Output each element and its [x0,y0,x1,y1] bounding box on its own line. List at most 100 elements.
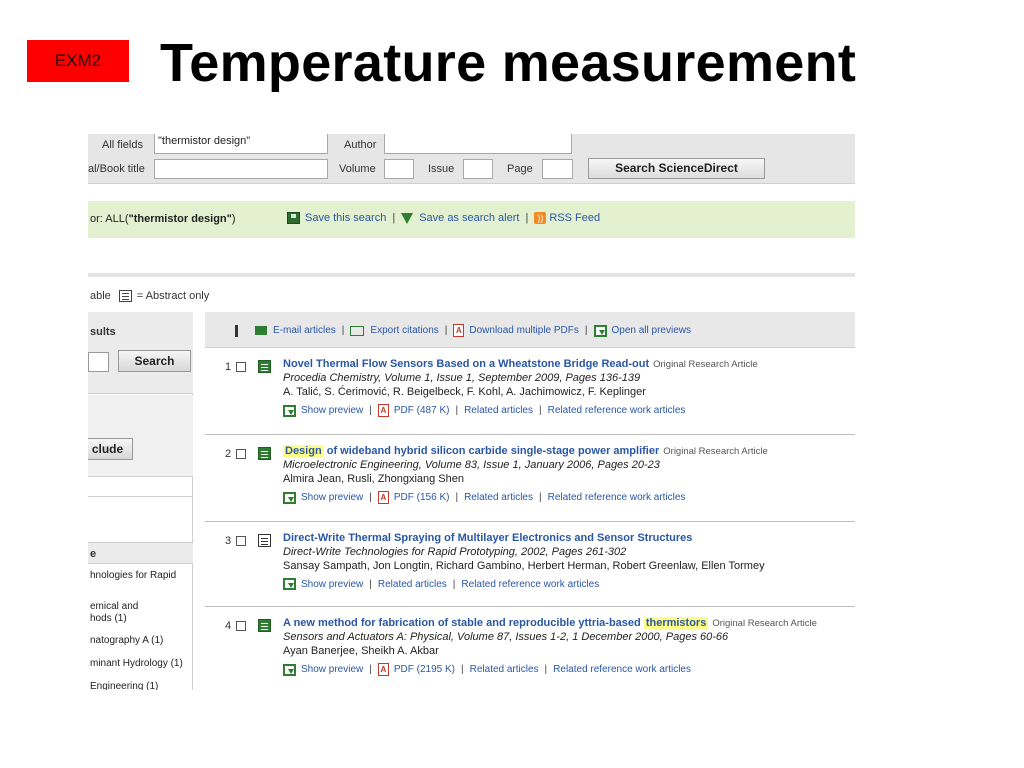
result-source: Procedia Chemistry, Volume 1, Issue 1, S… [283,372,641,384]
page-label: Page [507,163,533,175]
export-citations-link[interactable]: Export citations [370,325,438,336]
article-type: Original Research Article [663,446,768,457]
refine-search-input[interactable] [88,352,109,372]
result-checkbox[interactable] [236,621,246,631]
abstract-only-icon[interactable] [258,534,271,547]
source-heading: e [90,548,97,560]
source-item[interactable]: hods (1) [90,613,127,625]
result-title-text[interactable]: of wideband hybrid silicon carbide singl… [324,445,660,457]
pdf-link[interactable]: PDF (2195 K) [394,664,455,675]
show-preview-link[interactable]: Show preview [301,664,363,675]
show-preview-link[interactable]: Show preview [301,405,363,416]
open-previews-link[interactable]: Open all previews [612,325,691,336]
abstract-icon[interactable] [258,447,271,460]
source-item[interactable]: Engineering (1) [90,681,158,690]
result-title-text[interactable]: A new method for fabrication of stable a… [283,617,644,629]
result-source: Sensors and Actuators A: Physical, Volum… [283,631,729,643]
result-title[interactable]: Direct-Write Thermal Spraying of Multila… [283,532,692,544]
slide-badge: EXM2 [27,40,129,82]
result-number: 1 [225,361,232,373]
divider [88,273,855,277]
result-authors: Sansay Sampath, Jon Longtin, Richard Gam… [283,560,765,572]
separator: | [538,492,542,503]
separator: | [369,664,372,675]
show-preview-link[interactable]: Show preview [301,492,363,503]
show-preview-link[interactable]: Show preview [301,579,363,590]
pdf-link[interactable]: PDF (487 K) [394,405,450,416]
legend-abstract-only: = Abstract only [136,290,210,302]
result-checkbox[interactable] [236,449,246,459]
highlighted-term[interactable]: Design [283,445,324,457]
related-reference-link[interactable]: Related reference work articles [548,492,686,503]
results-panel: E-mail articles | Export citations | A D… [205,312,855,690]
save-search-link[interactable]: Save this search [305,212,386,224]
divider [88,496,193,497]
separator: | [461,664,464,675]
rss-feed-link[interactable]: RSS Feed [549,212,600,224]
result-number: 2 [225,448,232,460]
result-item: 4 A new method for fabrication of stable… [205,608,855,690]
export-icon [350,325,365,336]
result-title-text[interactable]: Novel Thermal Flow Sensors Based on a Wh… [283,358,649,370]
query-suffix: ) [231,213,236,225]
result-title[interactable]: Design of wideband hybrid silicon carbid… [283,445,768,457]
result-item: 1 Novel Thermal Flow Sensors Based on a … [205,349,855,435]
save-alert-link[interactable]: Save as search alert [419,212,519,224]
related-reference-link[interactable]: Related reference work articles [553,664,691,675]
author-input[interactable] [384,134,572,154]
result-links: Show preview | A PDF (487 K) | Related a… [283,404,685,417]
all-fields-label: All fields [102,139,143,151]
issue-label: Issue [428,163,455,175]
search-sciencedirect-button[interactable]: Search ScienceDirect [588,158,765,179]
separator: | [455,492,459,503]
result-links: Show preview | A PDF (2195 K) | Related … [283,663,691,676]
source-item[interactable]: minant Hydrology (1) [90,658,183,670]
rss-icon: )) [534,212,547,224]
result-checkbox[interactable] [236,536,246,546]
result-title[interactable]: Novel Thermal Flow Sensors Based on a Wh… [283,358,758,370]
separator: | [455,405,459,416]
separator: | [584,325,588,336]
result-title-text[interactable]: Direct-Write Thermal Spraying of Multila… [283,532,692,544]
journal-title-input[interactable] [154,159,328,179]
toolbar-actions: E-mail articles | Export citations | A D… [235,324,691,337]
related-reference-link[interactable]: Related reference work articles [548,405,686,416]
include-exclude-box: clude [88,395,193,477]
source-item[interactable]: emical and [90,601,138,613]
alert-arrow-icon [401,212,414,224]
page-input[interactable] [542,159,573,179]
volume-input[interactable] [384,159,414,179]
pdf-icon: A [377,663,389,676]
results-toolbar: E-mail articles | Export citations | A D… [205,312,855,348]
separator: | [452,578,456,590]
all-fields-input[interactable]: "thermistor design" [154,134,328,154]
result-authors: Ayan Banerjee, Sheikh A. Akbar [283,645,439,657]
refine-search-button[interactable]: Search [118,350,191,372]
result-checkbox[interactable] [236,362,246,372]
source-item[interactable]: natography A (1) [90,635,163,647]
preview-icon [283,663,296,676]
separator: | [538,405,542,416]
preview-icon [283,404,296,417]
download-pdfs-link[interactable]: Download multiple PDFs [469,325,579,336]
highlighted-term[interactable]: thermistors [643,617,709,629]
separator: | [369,578,372,590]
result-title[interactable]: A new method for fabrication of stable a… [283,617,817,629]
slide-title: Temperature measurement [160,33,857,93]
email-articles-link[interactable]: E-mail articles [273,325,336,336]
related-articles-link[interactable]: Related articles [464,492,533,503]
pdf-link[interactable]: PDF (156 K) [394,492,450,503]
refine-sidebar: sults Search clude e hnologies for Rapid… [88,312,193,690]
abstract-icon[interactable] [258,619,271,632]
preview-icon [283,491,296,504]
related-reference-link[interactable]: Related reference work articles [461,579,599,590]
related-articles-link[interactable]: Related articles [378,579,447,590]
query-bar: or: ALL("thermistor design") Save this s… [88,201,855,238]
issue-input[interactable] [463,159,493,179]
result-number: 3 [225,535,232,547]
source-item[interactable]: hnologies for Rapid [90,570,176,582]
abstract-icon[interactable] [258,360,271,373]
related-articles-link[interactable]: Related articles [464,405,533,416]
exclude-button[interactable]: clude [88,438,133,460]
related-articles-link[interactable]: Related articles [470,664,539,675]
